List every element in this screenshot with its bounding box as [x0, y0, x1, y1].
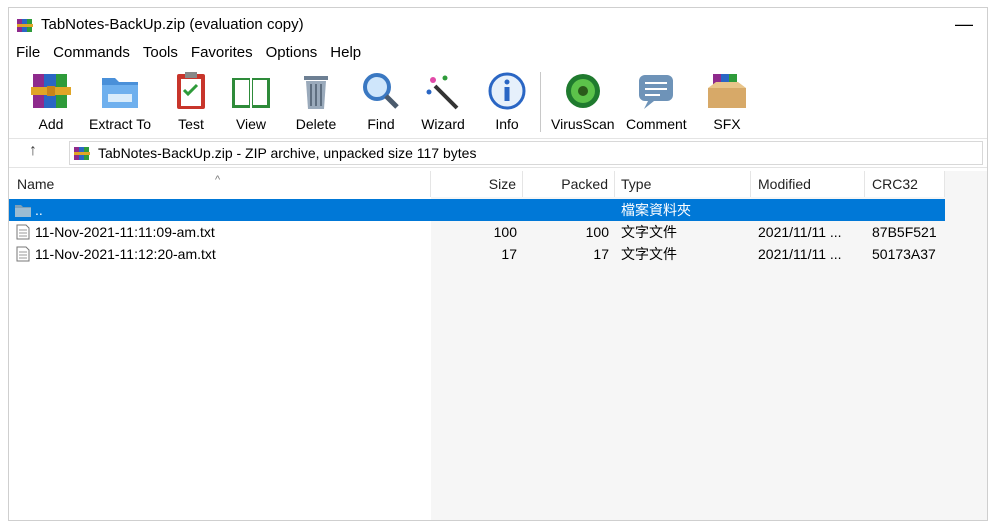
virusscan-button[interactable]: VirusScan	[551, 70, 615, 134]
add-label: Add	[38, 116, 64, 132]
row-modified: 2021/11/11 ...	[758, 224, 842, 240]
menu-bar: File Commands Tools Favorites Options He…	[9, 42, 367, 64]
virusscan-label: VirusScan	[551, 116, 615, 132]
extract-to-button[interactable]: Extract To	[89, 70, 151, 134]
row-crc: 87B5F521	[872, 224, 937, 240]
column-name[interactable]: Name ^	[9, 171, 431, 197]
menu-file[interactable]: File	[9, 42, 46, 64]
add-button[interactable]: Add	[29, 70, 73, 134]
books-archive-icon	[31, 74, 71, 108]
row-type: 文字文件	[621, 246, 677, 262]
winrar-window: TabNotes-BackUp.zip (evaluation copy) — …	[8, 7, 988, 521]
table-row[interactable]: .. 檔案資料夾	[9, 199, 945, 221]
sfx-label: SFX	[713, 116, 741, 132]
address-bar: ↑ TabNotes-BackUp.zip - ZIP archive, unp…	[9, 138, 987, 168]
speech-bubble-icon	[639, 75, 674, 109]
row-crc: 50173A37	[872, 246, 936, 262]
view-button[interactable]: View	[229, 70, 273, 134]
row-modified	[758, 199, 863, 221]
row-name: ..	[35, 202, 43, 218]
open-book-icon	[232, 78, 270, 108]
column-packed[interactable]: Packed	[523, 171, 615, 197]
column-size[interactable]: Size	[431, 171, 523, 197]
view-label: View	[235, 116, 267, 132]
extract-to-label: Extract To	[89, 116, 151, 132]
row-crc	[872, 199, 945, 221]
virus-scan-icon	[565, 74, 600, 108]
comment-label: Comment	[626, 116, 687, 132]
sfx-box-icon	[708, 74, 746, 108]
row-type: 檔案資料夾	[621, 202, 691, 218]
row-type: 文字文件	[621, 224, 677, 240]
test-label: Test	[178, 116, 204, 132]
menu-favorites[interactable]: Favorites	[184, 42, 259, 64]
delete-label: Delete	[295, 116, 337, 132]
row-size: 17	[501, 246, 517, 262]
table-row[interactable]: 11-Nov-2021-11:12:20-am.txt 17 17 文字文件 2…	[9, 243, 945, 265]
text-file-icon	[16, 246, 30, 262]
table-row[interactable]: 11-Nov-2021-11:11:09-am.txt 100 100 文字文件…	[9, 221, 945, 243]
path-text: TabNotes-BackUp.zip - ZIP archive, unpac…	[98, 145, 477, 161]
find-button[interactable]: Find	[359, 70, 403, 134]
row-size	[431, 199, 517, 221]
toolbar-separator	[540, 72, 541, 132]
wizard-label: Wizard	[421, 116, 465, 132]
info-label: Info	[495, 116, 519, 132]
menu-commands[interactable]: Commands	[46, 42, 136, 64]
test-button[interactable]: Test	[169, 70, 213, 134]
toolbar: Add Extract To Test View Delete Find Wiz…	[9, 68, 987, 136]
row-packed: 17	[593, 246, 609, 262]
sort-ascending-icon: ^	[215, 174, 221, 186]
title-bar: TabNotes-BackUp.zip (evaluation copy) —	[9, 8, 987, 42]
row-packed: 100	[585, 224, 609, 240]
sfx-button[interactable]: SFX	[705, 70, 749, 134]
menu-tools[interactable]: Tools	[136, 42, 184, 64]
list-header: Name ^ Size Packed Type Modified CRC32	[9, 171, 945, 197]
winrar-icon	[17, 19, 33, 32]
clipboard-check-icon	[177, 72, 205, 109]
comment-button[interactable]: Comment	[626, 70, 687, 134]
row-modified: 2021/11/11 ...	[758, 246, 842, 262]
column-type[interactable]: Type	[615, 171, 751, 197]
magnifier-icon	[363, 73, 399, 109]
window-title: TabNotes-BackUp.zip (evaluation copy)	[41, 16, 304, 33]
info-button[interactable]: Info	[485, 70, 529, 134]
info-icon	[488, 72, 526, 110]
text-file-icon	[16, 224, 30, 240]
trash-icon	[304, 76, 328, 109]
up-arrow-icon[interactable]: ↑	[21, 142, 45, 164]
row-name: 11-Nov-2021-11:11:09-am.txt	[35, 224, 215, 240]
folder-icon	[15, 205, 31, 217]
path-field[interactable]: TabNotes-BackUp.zip - ZIP archive, unpac…	[69, 141, 983, 165]
menu-options[interactable]: Options	[259, 42, 324, 64]
minimize-button[interactable]: —	[941, 8, 987, 40]
menu-help[interactable]: Help	[323, 42, 367, 64]
archive-icon	[74, 147, 90, 160]
column-modified[interactable]: Modified	[751, 171, 865, 197]
find-label: Find	[367, 116, 395, 132]
row-packed	[523, 199, 609, 221]
row-name: 11-Nov-2021-11:12:20-am.txt	[35, 246, 216, 262]
row-size: 100	[493, 224, 517, 240]
magic-wand-icon	[426, 75, 459, 110]
file-list: Name ^ Size Packed Type Modified CRC32 .…	[9, 171, 987, 520]
delete-button[interactable]: Delete	[294, 70, 338, 134]
wizard-button[interactable]: Wizard	[421, 70, 465, 134]
folder-extract-icon	[102, 78, 138, 108]
column-crc32[interactable]: CRC32	[865, 171, 945, 197]
